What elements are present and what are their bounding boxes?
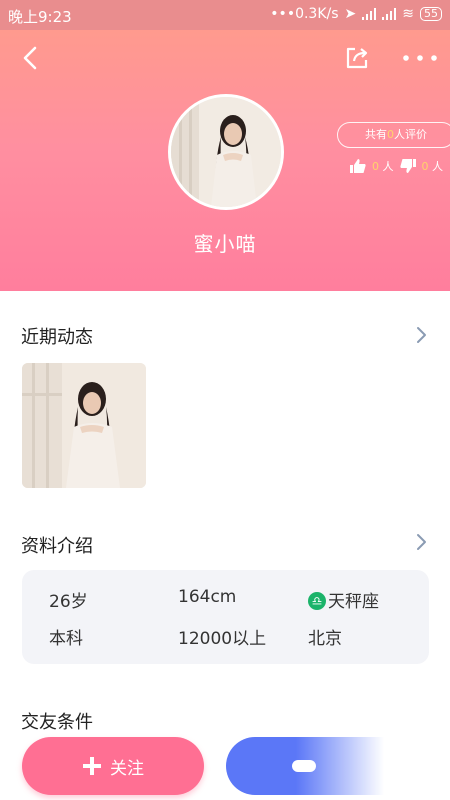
wifi-icon: ≋ [402, 6, 414, 22]
rating-count: 0 [387, 128, 394, 141]
recent-photo[interactable] [22, 363, 146, 488]
recent-photo-image [22, 363, 146, 488]
info-age: 26岁 [49, 592, 88, 612]
status-right: •••0.3K/s ➤ ≋ 55 [270, 6, 442, 22]
back-icon[interactable] [18, 44, 46, 72]
signal-icon-2 [382, 8, 397, 20]
likes-unit: 人 [382, 160, 394, 173]
info-city: 北京 [308, 629, 342, 649]
avatar-photo [171, 97, 281, 207]
more-icon[interactable] [400, 50, 440, 66]
profile-header: 蜜小喵 共有0人评价 0 人 0 人 [0, 30, 450, 291]
location-icon: ➤ [344, 6, 357, 22]
rating-suffix: 人评价 [394, 128, 427, 141]
avatar[interactable] [168, 94, 284, 210]
battery-icon: 55 [420, 7, 442, 21]
profile-name: 蜜小喵 [193, 232, 257, 256]
chat-button[interactable] [226, 737, 440, 795]
follow-button-label: 关注 [110, 758, 144, 779]
rating-prefix: 共有 [365, 128, 387, 141]
info-zodiac: ♎ 天秤座 [308, 587, 379, 612]
dislikes-count: 0 [421, 160, 429, 173]
info-zodiac-label: 天秤座 [328, 592, 379, 612]
signal-icon [362, 8, 377, 20]
libra-icon: ♎ [308, 592, 326, 610]
section-recent-title: 近期动态 [21, 327, 93, 348]
section-conditions-title: 交友条件 [21, 712, 93, 733]
section-info-title: 资料介绍 [21, 536, 93, 557]
rating-thumbs: 0 人 0 人 [350, 158, 443, 174]
dislikes-unit: 人 [432, 160, 443, 173]
share-icon[interactable] [343, 44, 371, 72]
status-time: 晚上9:23 [8, 8, 72, 26]
info-education: 本科 [49, 629, 83, 649]
network-speed: •••0.3K/s [270, 6, 339, 22]
plus-icon [83, 757, 101, 775]
info-height: 164cm [178, 587, 237, 607]
status-bar: 晚上9:23 •••0.3K/s ➤ ≋ 55 [0, 0, 450, 30]
follow-button[interactable]: 关注 [22, 737, 204, 795]
info-chevron-right-icon[interactable] [414, 532, 428, 552]
watermark-fade [296, 737, 440, 795]
thumbs-up-icon[interactable] [350, 159, 366, 173]
info-card: 26岁 164cm ♎ 天秤座 本科 12000以上 北京 [22, 570, 429, 664]
likes-count: 0 [372, 160, 379, 173]
recent-chevron-right-icon[interactable] [414, 325, 428, 345]
rating-summary[interactable]: 共有0人评价 [337, 122, 450, 148]
thumbs-down-icon[interactable] [399, 159, 416, 173]
info-income: 12000以上 [178, 629, 267, 649]
